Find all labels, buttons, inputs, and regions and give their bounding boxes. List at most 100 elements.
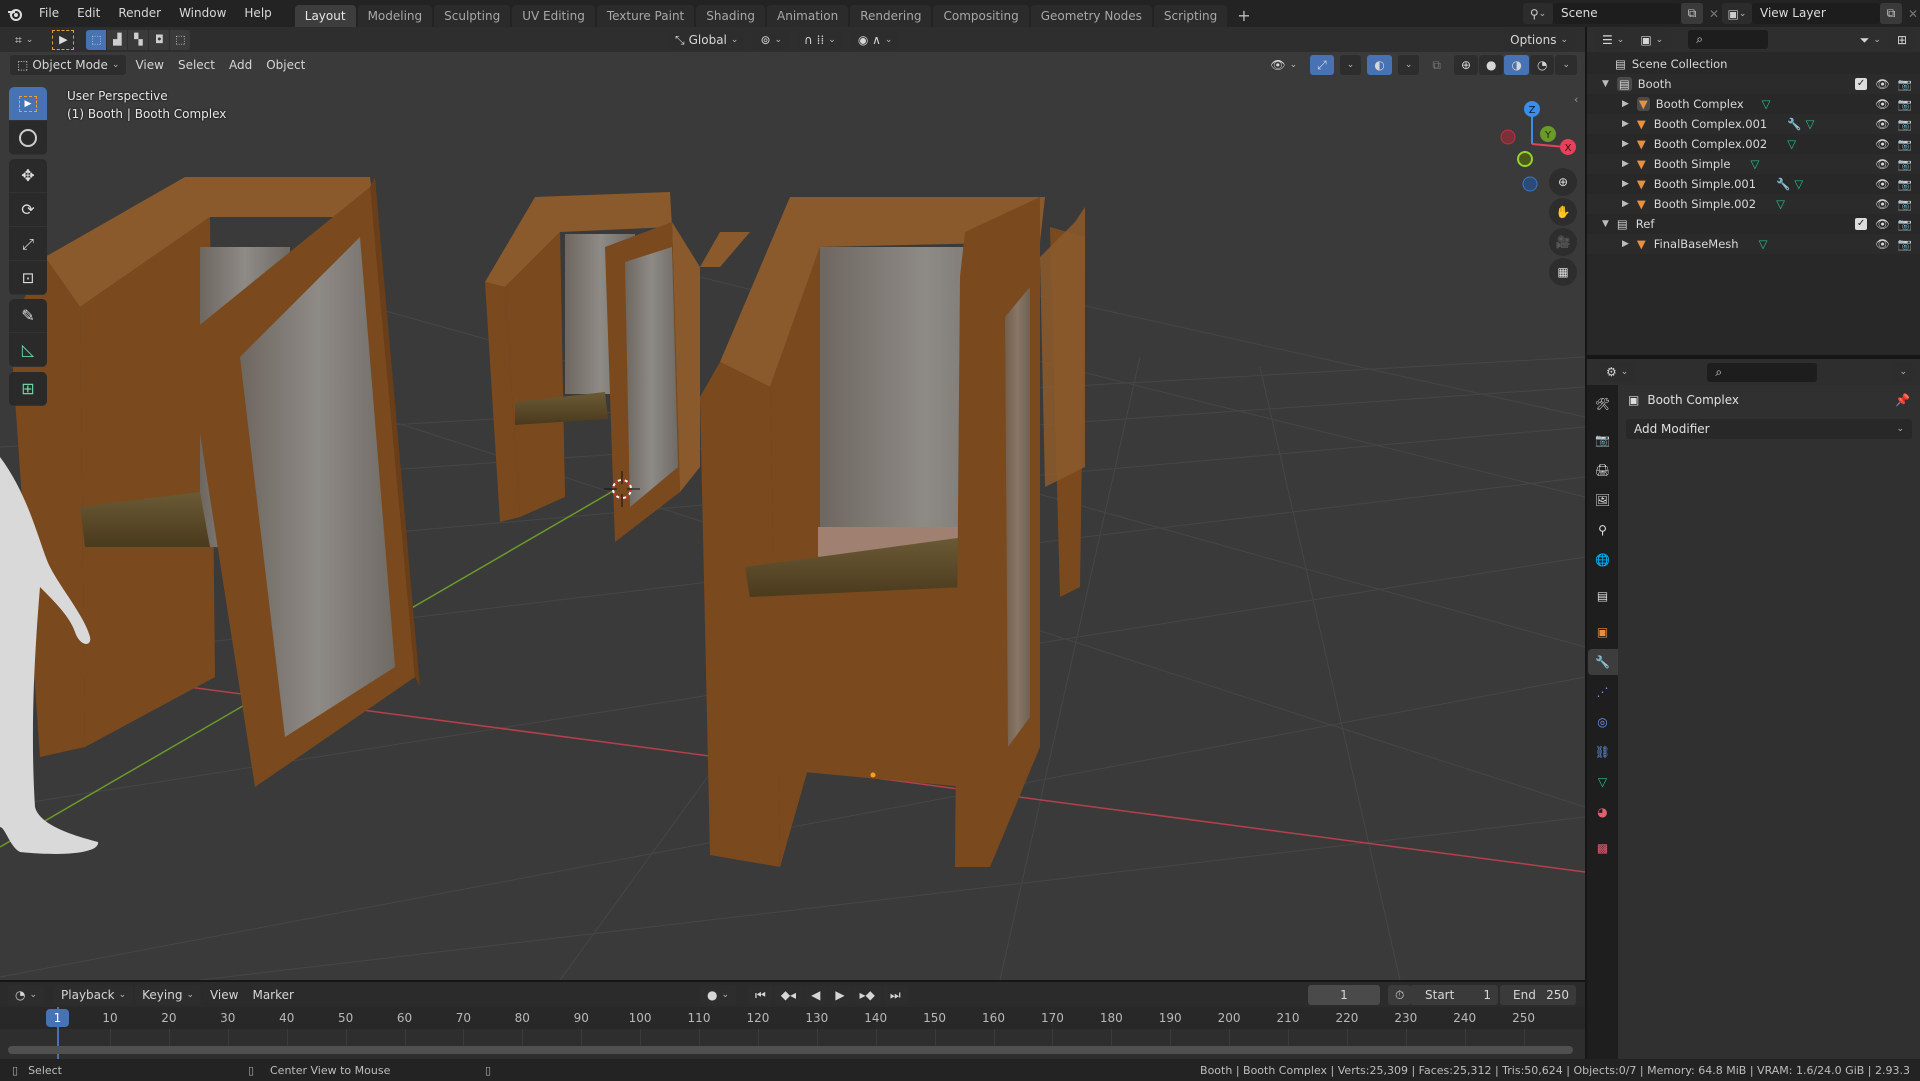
rendered-shading-icon[interactable]: ◔ [1529,54,1555,75]
blender-logo-icon[interactable] [0,0,30,27]
tab-geometry-nodes[interactable]: Geometry Nodes [1030,5,1152,27]
object-row[interactable]: ▶ ▼ FinalBaseMesh ▽ 👁 📷 [1587,234,1920,254]
tool-transform[interactable]: ⊡ [9,261,47,295]
render-camera-icon[interactable]: 📷 [1898,137,1912,151]
auto-keying-toggle[interactable]: ● ⌄ [700,984,737,1005]
tab-particles[interactable]: ⋰ [1590,679,1616,705]
preview-range-toggle[interactable]: ⏱ [1388,984,1412,1005]
scene-name-field[interactable]: Scene [1553,3,1681,24]
xray-toggle[interactable]: ⧉ [1425,55,1448,75]
snap-toggle[interactable]: ∩ ⁞⁞ ⌄ [797,29,843,50]
tool-add-cube[interactable]: ⊞ [9,372,47,406]
playback-menu[interactable]: Playback ⌄ [54,984,134,1005]
shading-dropdown[interactable]: ⌄ [1555,54,1577,75]
menu-window[interactable]: Window [170,0,235,27]
object-row[interactable]: ▶ ▼ Booth Simple.002 ▽ 👁 📷 [1587,194,1920,214]
render-camera-icon[interactable]: 📷 [1898,177,1912,191]
object-row[interactable]: ▶ ▼ Booth Simple.001 🔧 ▽ 👁 📷 [1587,174,1920,194]
mesh-data-icon[interactable]: ▽ [1794,177,1803,191]
new-collection-button[interactable]: ⊞ [1889,29,1914,50]
object-row[interactable]: ▶ ▼ Booth Complex ▽ 👁 📷 [1587,94,1920,114]
tab-modeling[interactable]: Modeling [357,5,433,27]
expand-toggle[interactable]: ▶ [1622,159,1629,169]
expand-toggle[interactable]: ▶ [1622,199,1629,209]
mesh-data-icon[interactable]: ▽ [1806,117,1815,131]
tab-scene[interactable]: ⚲ [1590,517,1616,543]
tab-output[interactable]: 🖨 [1590,457,1616,483]
tab-modifiers[interactable]: 🔧 [1587,649,1618,675]
pivot-point-dropdown[interactable]: ⊚ ⌄ [753,29,790,50]
tool-cursor[interactable] [9,121,47,155]
eye-icon[interactable]: 👁 [1875,217,1890,231]
mesh-data-icon[interactable]: ▽ [1759,237,1768,251]
options-dropdown[interactable]: Options ⌄ [1503,29,1575,50]
proportional-edit-toggle[interactable]: ◉ ∧ ⌄ [850,29,900,50]
transform-orientation-dropdown[interactable]: ⤡ Global ⌄ [668,29,746,50]
menu-render[interactable]: Render [109,0,170,27]
eye-icon[interactable]: 👁 [1875,117,1890,131]
menu-select[interactable]: Select [171,55,222,75]
editor-type-button[interactable]: ⌗ ⌄ [8,29,41,50]
display-mode-dropdown[interactable]: ▣ ⌄ [1633,29,1671,50]
properties-editor-type[interactable]: ⚙ ⌄ [1599,362,1636,382]
scene-browse-icon[interactable]: ⚲ ⌄ [1523,3,1553,24]
tab-animation[interactable]: Animation [767,5,849,27]
render-camera-icon[interactable]: 📷 [1898,97,1912,111]
expand-toggle[interactable]: ▼ [1602,219,1609,229]
tab-texture-paint[interactable]: Texture Paint [596,5,695,27]
end-frame-field[interactable]: End 250 [1500,984,1576,1005]
tab-object[interactable]: ▣ [1590,619,1616,645]
timeline-editor-type[interactable]: ◔ ⌄ [8,984,45,1005]
mesh-data-icon[interactable]: ▽ [1787,137,1796,151]
expand-toggle[interactable]: ▶ [1622,99,1629,109]
expand-toggle[interactable]: ▶ [1622,139,1629,149]
collection-row-booth[interactable]: ▼ ▤ Booth ✓ 👁 📷 [1587,74,1920,94]
tab-physics[interactable]: ◎ [1590,709,1616,735]
tab-world[interactable]: 🌐 [1590,547,1616,573]
play-button[interactable]: ▶ [828,984,852,1005]
tab-constraints[interactable]: ⛓ [1590,739,1616,765]
pan-view-button[interactable]: ✋ [1549,198,1577,226]
expand-toggle[interactable]: ▶ [1622,239,1629,249]
tab-texture[interactable]: ▩ [1590,835,1616,861]
object-row[interactable]: ▶ ▼ Booth Complex.001 🔧 ▽ 👁 📷 [1587,114,1920,134]
filter-dropdown[interactable]: ⏷ ⌄ [1853,30,1888,50]
select-extend-icon[interactable]: ▟ [107,29,128,50]
play-reverse-button[interactable]: ◀ [804,984,828,1005]
camera-view-button[interactable]: 🎥 [1549,228,1577,256]
menu-help[interactable]: Help [235,0,280,27]
start-frame-field[interactable]: Start 1 [1410,984,1498,1005]
modifier-wrench-icon[interactable]: 🔧 [1776,177,1790,191]
marker-menu[interactable]: Marker [245,985,300,1005]
solid-shading-icon[interactable]: ● [1479,54,1504,75]
tab-material[interactable]: ◕ [1590,799,1616,825]
eye-icon[interactable]: 👁 [1875,137,1890,151]
select-tool-icon[interactable]: ▶ [52,29,75,50]
ortho-toggle-button[interactable]: ▦ [1549,258,1577,286]
mode-dropdown[interactable]: ⬚ Object Mode ⌄ [10,54,127,75]
zoom-view-button[interactable]: ⊕ [1549,168,1577,196]
jump-start-button[interactable]: ⏮ [748,984,773,1005]
tool-measure[interactable]: ◺ [9,333,47,367]
tool-scale[interactable]: ⤢ [9,227,47,261]
mesh-data-icon[interactable]: ▽ [1776,197,1785,211]
eye-icon[interactable]: 👁 [1875,97,1890,111]
next-keyframe-button[interactable]: ▸◆ [852,984,882,1005]
tab-shading[interactable]: Shading [696,5,765,27]
visibility-dropdown[interactable]: 👁 ⌄ [1263,55,1304,75]
outliner-search[interactable]: ⌕ [1688,30,1769,49]
new-view-layer-icon[interactable]: ⧉ [1880,3,1902,24]
render-camera-icon[interactable]: 📷 [1898,197,1912,211]
3d-viewport[interactable]: ⌗ ⌄ ▶ ⬚ ▟ ▚ ◘ ⬚ ⤡ Global ⌄ ⊚ ⌄ ∩ ⁞⁞ ⌄ ◉ ∧ ⌄ Op… [0,27,1585,980]
eye-icon[interactable]: 👁 [1875,197,1890,211]
sidebar-toggle-icon[interactable]: ‹ [1574,93,1578,106]
tab-tool[interactable]: 🛠 [1590,391,1616,417]
tab-layout[interactable]: Layout [294,5,356,27]
tab-data[interactable]: ▽ [1590,769,1616,795]
tab-render[interactable]: 📷 [1590,427,1616,453]
delete-view-layer-icon[interactable]: ✕ [1902,3,1920,24]
menu-file[interactable]: File [30,0,68,27]
timeline-scrollbar[interactable] [8,1046,1573,1054]
eye-icon[interactable]: 👁 [1875,177,1890,191]
menu-object[interactable]: Object [259,55,312,75]
